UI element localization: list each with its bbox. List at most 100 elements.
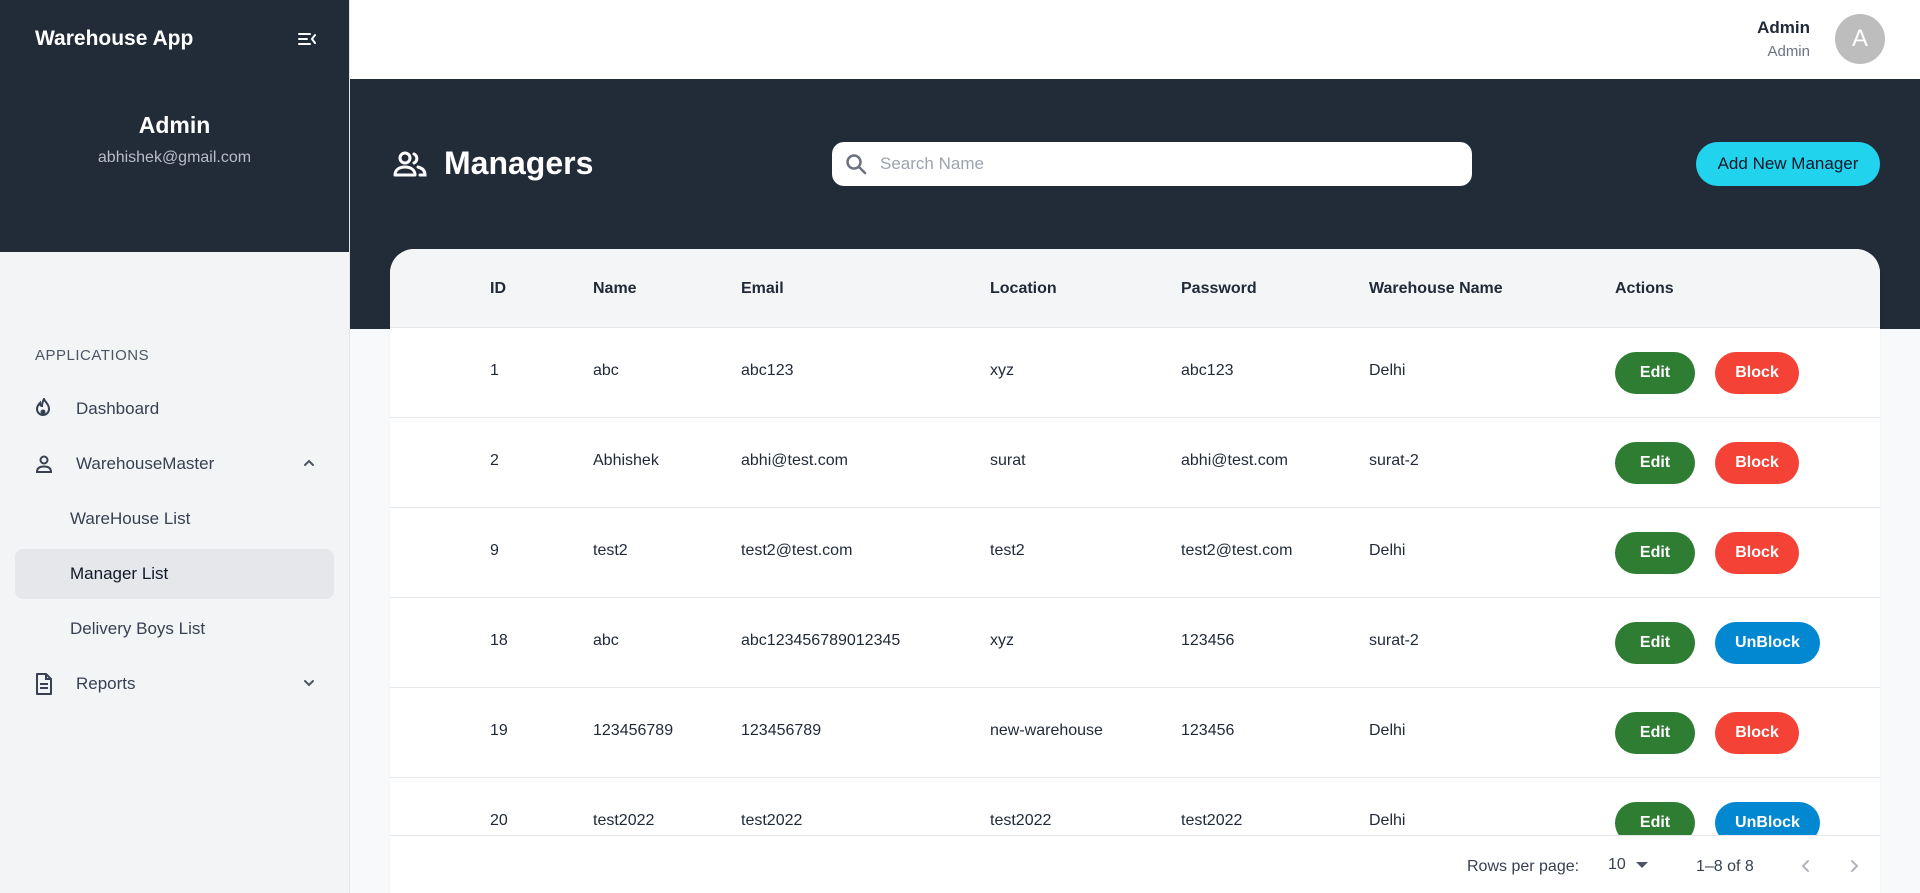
block-button[interactable]: Block [1715, 712, 1799, 754]
search-box [832, 142, 1472, 186]
sidebar-item-warehousemaster[interactable]: WarehouseMaster [15, 439, 334, 489]
cell-warehouse: surat-2 [1369, 632, 1419, 649]
sidebar-profile: Admin abhishek@gmail.com [0, 78, 349, 167]
sidebar-subitem-delivery-boys-list[interactable]: Delivery Boys List [15, 604, 334, 654]
column-header-name: Name [593, 280, 637, 297]
sidebar-item-reports[interactable]: Reports [15, 659, 334, 709]
cell-password: 123456 [1181, 722, 1235, 739]
previous-page-icon[interactable] [1794, 854, 1818, 878]
column-header-email: Email [741, 280, 784, 297]
sidebar-subitem-warehouse-list[interactable]: WareHouse List [15, 494, 334, 544]
profile-email: abhishek@gmail.com [97, 149, 252, 166]
cell-name: abc [593, 362, 619, 379]
column-header-warehouse-name: Warehouse Name [1369, 280, 1503, 297]
edit-button[interactable]: Edit [1615, 802, 1695, 835]
cell-password: abc123 [1181, 362, 1234, 379]
table-row: 2 Abhishek abhi@test.com surat abhi@test… [390, 418, 1880, 508]
sidebar: Warehouse App Admin abhishek@gmail.com A… [0, 0, 350, 893]
cell-email: 123456789 [741, 722, 822, 739]
search-icon [844, 152, 868, 176]
rows-per-page-label: Rows per page: [1467, 858, 1580, 875]
cell-id: 9 [490, 542, 499, 559]
cell-password: test2@test.com [1181, 542, 1293, 559]
edit-button[interactable]: Edit [1615, 442, 1695, 484]
table-row: 19 123456789 123456789 new-warehouse 123… [390, 688, 1880, 778]
sidebar-item-label: Dashboard [76, 399, 160, 418]
table-row: 9 test2 test2@test.com test2 test2@test.… [390, 508, 1880, 598]
cell-warehouse: Delhi [1369, 362, 1406, 379]
fire-icon [32, 397, 56, 421]
cell-email: abc123 [741, 362, 794, 379]
app-title: Warehouse App [35, 27, 194, 50]
next-page-icon[interactable] [1842, 854, 1866, 878]
collapse-menu-icon[interactable] [297, 29, 317, 49]
block-button[interactable]: Block [1715, 352, 1799, 394]
cell-warehouse: Delhi [1369, 542, 1406, 559]
rows-per-page-select[interactable]: 10 [1608, 856, 1648, 874]
sidebar-nav: Dashboard WarehouseMaster WareHouse List… [0, 384, 349, 709]
column-header-password: Password [1181, 280, 1257, 297]
sidebar-header: Warehouse App Admin abhishek@gmail.com [0, 0, 349, 252]
cell-id: 20 [490, 812, 508, 829]
cell-password: abhi@test.com [1181, 452, 1288, 469]
column-header-location: Location [990, 280, 1057, 297]
table-row: 1 abc abc123 xyz abc123 Delhi Edit Block [390, 328, 1880, 418]
search-input[interactable] [880, 154, 1460, 174]
avatar[interactable]: A [1835, 14, 1885, 64]
sidebar-item-dashboard[interactable]: Dashboard [15, 384, 334, 434]
table-row: 20 test2022 test2022 test2022 test2022 D… [390, 778, 1880, 835]
sidebar-subitem-manager-list[interactable]: Manager List [15, 549, 334, 599]
cell-location: xyz [990, 632, 1014, 649]
caret-down-icon [1635, 862, 1648, 868]
rows-per-page-value: 10 [1608, 856, 1626, 873]
managers-table: ID Name Email Location Password Warehous… [390, 249, 1880, 893]
cell-name: Abhishek [593, 452, 659, 469]
user-role: Admin [1767, 43, 1810, 60]
table-body: 1 abc abc123 xyz abc123 Delhi Edit Block… [390, 328, 1880, 835]
chevron-up-icon [302, 455, 316, 475]
edit-button[interactable]: Edit [1615, 532, 1695, 574]
table-row: 18 abc abc123456789012345 xyz 123456 sur… [390, 598, 1880, 688]
cell-password: 123456 [1181, 632, 1235, 649]
page-heading: Managers [392, 145, 593, 182]
cell-email: test2@test.com [741, 542, 853, 559]
table-header: ID Name Email Location Password Warehous… [390, 249, 1880, 328]
table-pagination: Rows per page: 10 1–8 of 8 [390, 835, 1880, 893]
profile-name: Admin [138, 112, 211, 138]
cell-name: 123456789 [593, 722, 674, 739]
cell-id: 2 [490, 452, 499, 469]
user-info: Admin Admin [1757, 18, 1810, 60]
cell-email: test2022 [741, 812, 803, 829]
cell-password: test2022 [1181, 812, 1243, 829]
topbar: Admin Admin A [350, 0, 1920, 79]
edit-button[interactable]: Edit [1615, 622, 1695, 664]
cell-location: xyz [990, 362, 1014, 379]
unblock-button[interactable]: UnBlock [1715, 802, 1820, 835]
cell-name: test2 [593, 542, 628, 559]
brand-bar: Warehouse App [0, 0, 349, 78]
cell-name: abc [593, 632, 619, 649]
cell-email: abc123456789012345 [741, 632, 901, 649]
cell-location: surat [990, 452, 1026, 469]
cell-warehouse: Delhi [1369, 722, 1406, 739]
page-title: Managers [444, 145, 594, 181]
chevron-down-icon [302, 675, 316, 695]
block-button[interactable]: Block [1715, 442, 1799, 484]
column-header-id: ID [490, 280, 506, 297]
section-label: APPLICATIONS [35, 347, 150, 364]
cell-name: test2022 [593, 812, 655, 829]
document-icon [32, 672, 56, 696]
cell-location: test2 [990, 542, 1025, 559]
person-icon [32, 452, 56, 476]
cell-location: test2022 [990, 812, 1052, 829]
edit-button[interactable]: Edit [1615, 352, 1695, 394]
add-new-manager-button[interactable]: Add New Manager [1696, 142, 1880, 186]
unblock-button[interactable]: UnBlock [1715, 622, 1820, 664]
cell-warehouse: surat-2 [1369, 452, 1419, 469]
edit-button[interactable]: Edit [1615, 712, 1695, 754]
cell-warehouse: Delhi [1369, 812, 1406, 829]
block-button[interactable]: Block [1715, 532, 1799, 574]
cell-location: new-warehouse [990, 722, 1103, 739]
pagination-range: 1–8 of 8 [1696, 858, 1754, 875]
sidebar-item-label: Reports [76, 674, 136, 693]
